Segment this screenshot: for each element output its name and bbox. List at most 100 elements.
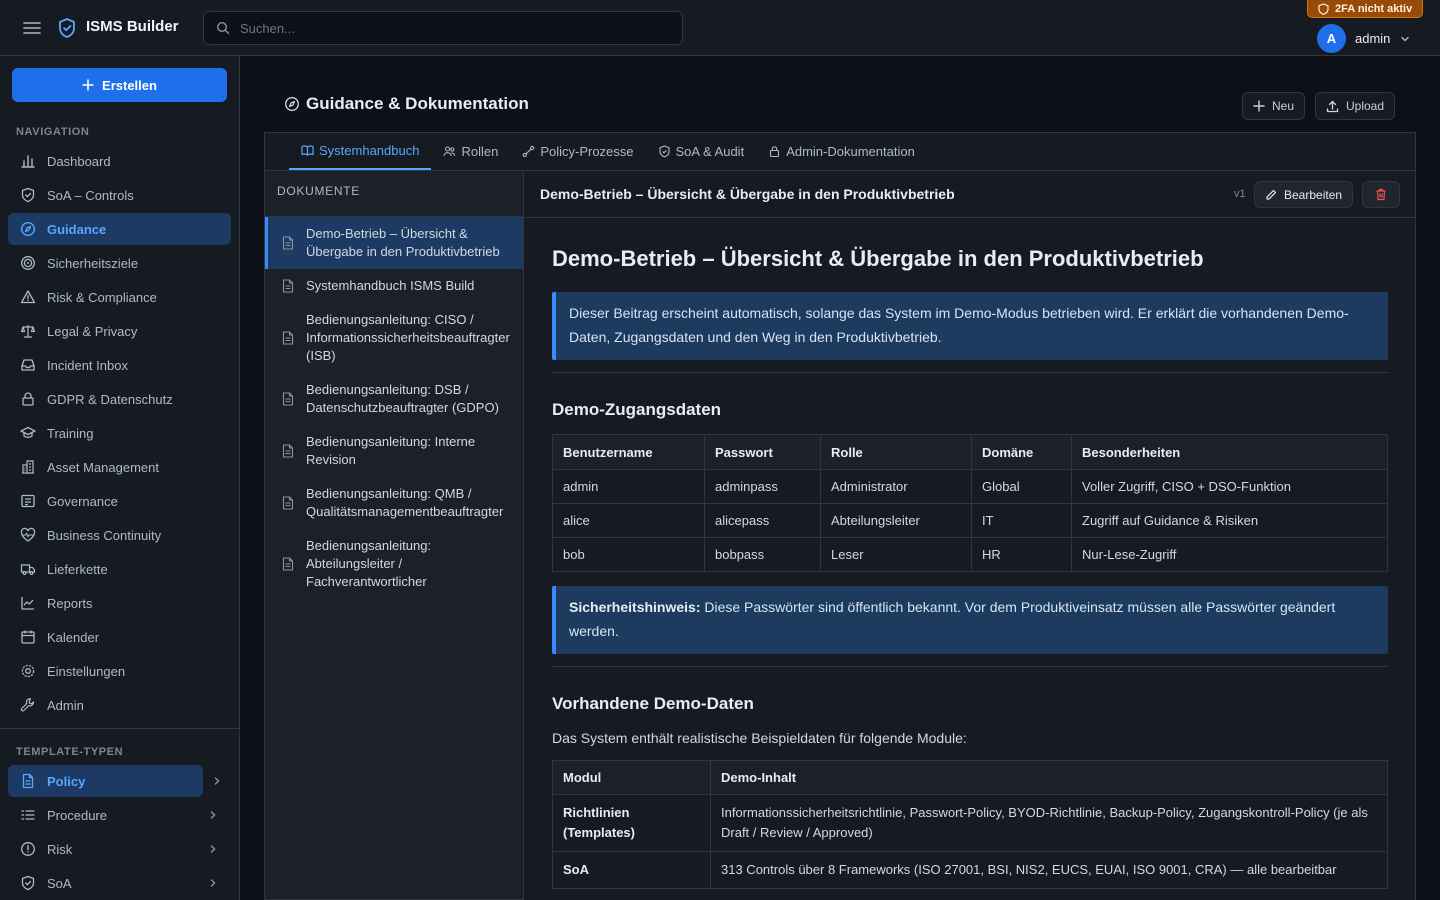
shield-logo-icon: [57, 17, 77, 39]
chevron-right-icon: [207, 843, 219, 855]
document-item-label: Bedienungsanleitung: DSB / Datenschutzbe…: [306, 382, 499, 415]
sidebar-item-business-continuity[interactable]: Business Continuity: [8, 519, 231, 551]
section-heading: Vorhandene Demo-Daten: [552, 694, 754, 713]
section-intro: Das System enthält realistische Beispiel…: [552, 730, 967, 746]
table-cell: Richtlinien (Templates): [552, 794, 711, 852]
graduation-cap-icon: [20, 425, 36, 441]
search-input[interactable]: [240, 12, 670, 44]
document-item[interactable]: Bedienungsanleitung: DSB / Datenschutzbe…: [265, 373, 523, 425]
sidebar-item-sicherheitsziele[interactable]: Sicherheitsziele: [8, 247, 231, 279]
scale-icon: [20, 323, 36, 339]
compass-icon: [284, 96, 300, 112]
credentials-table: Benutzername Passwort Rolle Domäne Beson…: [552, 434, 1388, 572]
version-badge: v1: [1234, 188, 1246, 200]
shield-check-icon: [658, 145, 671, 158]
sidebar-item-lieferkette[interactable]: Lieferkette: [8, 553, 231, 585]
new-button[interactable]: Neu: [1242, 92, 1306, 120]
sidebar-item-incident-inbox[interactable]: Incident Inbox: [8, 349, 231, 381]
wrench-icon: [20, 697, 36, 713]
document-list: DOKUMENTE Demo-Betrieb – Übersicht & Übe…: [264, 170, 524, 900]
table-cell: alice: [552, 503, 705, 538]
divider: [552, 666, 1388, 667]
demo-data-table: Modul Demo-Inhalt Richtlinien (Templates…: [552, 760, 1388, 889]
document-icon: [282, 557, 294, 571]
sidebar-item-admin[interactable]: Admin: [8, 689, 231, 721]
sidebar-item-label: Kalender: [47, 629, 100, 645]
search-icon: [216, 21, 230, 35]
table-cell: SoA: [552, 851, 711, 889]
sidebar-item-asset-management[interactable]: Asset Management: [8, 451, 231, 483]
shield-warning-icon: [1318, 2, 1329, 15]
sidebar-item-risk-compliance[interactable]: Risk & Compliance: [8, 281, 231, 313]
document-item[interactable]: Bedienungsanleitung: Interne Revision: [265, 425, 523, 477]
document-body: Demo-Betrieb – Übersicht & Übergabe in d…: [552, 218, 1388, 889]
create-button[interactable]: Erstellen: [12, 68, 227, 102]
sidebar-item-governance[interactable]: Governance: [8, 485, 231, 517]
document-item[interactable]: Systemhandbuch ISMS Build: [265, 269, 523, 303]
search-box: [203, 11, 683, 45]
sidebar-item-reports[interactable]: Reports: [8, 587, 231, 619]
page-title: Guidance & Dokumentation: [306, 94, 529, 113]
sidebar-item-soa-controls[interactable]: SoA – Controls: [8, 179, 231, 211]
tab-label: Policy-Prozesse: [540, 144, 634, 159]
sidebar-item-guidance[interactable]: Guidance: [8, 213, 231, 245]
sidebar-item-dashboard[interactable]: Dashboard: [8, 145, 231, 177]
sidebar-item-soa[interactable]: SoA: [8, 867, 231, 899]
tab-systemhandbuch[interactable]: Systemhandbuch: [289, 133, 432, 170]
sidebar: Erstellen NAVIGATION Dashboard SoA – Con…: [0, 56, 240, 900]
chevron-right-icon[interactable]: [211, 775, 223, 787]
tab-label: Systemhandbuch: [319, 143, 420, 158]
table-cell: Nur-Lese-Zugriff: [1071, 537, 1388, 572]
menu-icon[interactable]: [22, 19, 42, 37]
heart-pulse-icon: [20, 527, 36, 543]
sidebar-item-label: Procedure: [47, 807, 107, 823]
document-item[interactable]: Demo-Betrieb – Übersicht & Übergabe in d…: [265, 217, 523, 269]
document-item[interactable]: Bedienungsanleitung: QMB / Qualitätsmana…: [265, 477, 523, 529]
chevron-right-icon: [207, 877, 219, 889]
document-item[interactable]: Bedienungsanleitung: CISO / Informations…: [265, 303, 523, 373]
trash-icon: [1375, 188, 1387, 201]
table-row: alice alicepass Abteilungsleiter IT Zugr…: [552, 503, 1388, 538]
sidebar-item-kalender[interactable]: Kalender: [8, 621, 231, 653]
document-item[interactable]: Bedienungsanleitung: Abteilungsleiter / …: [265, 529, 523, 599]
sidebar-item-label: Reports: [47, 595, 93, 611]
two-factor-warning-badge[interactable]: 2FA nicht aktiv: [1307, 0, 1424, 18]
warning-triangle-icon: [20, 289, 36, 305]
lock-icon: [20, 391, 36, 407]
sidebar-item-einstellungen[interactable]: Einstellungen: [8, 655, 231, 687]
sidebar-item-legal-privacy[interactable]: Legal & Privacy: [8, 315, 231, 347]
upload-icon: [1326, 100, 1339, 113]
tab-rollen[interactable]: Rollen: [431, 133, 510, 170]
tab-soa-audit[interactable]: SoA & Audit: [646, 133, 757, 170]
chevron-down-icon: [1399, 33, 1411, 45]
sidebar-item-risk[interactable]: Risk: [8, 833, 231, 865]
line-chart-icon: [20, 595, 36, 611]
table-cell: Informationssicherheitsrichtlinie, Passw…: [710, 794, 1388, 852]
document-item-label: Systemhandbuch ISMS Build: [306, 278, 475, 293]
sidebar-item-policy[interactable]: Policy: [8, 765, 203, 797]
bar-chart-icon: [20, 153, 36, 169]
document-icon: [282, 496, 294, 510]
chevron-right-icon: [207, 809, 219, 821]
upload-button[interactable]: Upload: [1315, 92, 1396, 120]
sidebar-item-procedure[interactable]: Procedure: [8, 799, 231, 831]
document-icon: [282, 279, 294, 293]
upload-button-label: Upload: [1346, 99, 1385, 113]
sidebar-item-training[interactable]: Training: [8, 417, 231, 449]
table-header-row: Benutzername Passwort Rolle Domäne Beson…: [552, 434, 1388, 470]
document-heading: Demo-Betrieb – Übersicht & Übergabe in d…: [552, 246, 1204, 271]
user-menu[interactable]: A admin: [1317, 24, 1411, 53]
sidebar-item-gdpr[interactable]: GDPR & Datenschutz: [8, 383, 231, 415]
two-factor-warning-text: 2FA nicht aktiv: [1335, 2, 1413, 15]
template-types-section-label: TEMPLATE-TYPEN: [16, 746, 124, 758]
document-icon: [282, 331, 294, 345]
navigation-section-label: NAVIGATION: [16, 126, 90, 138]
document-item-label: Demo-Betrieb – Übersicht & Übergabe in d…: [306, 226, 500, 259]
delete-button[interactable]: [1362, 181, 1400, 208]
tab-admin-dokumentation[interactable]: Admin-Dokumentation: [756, 133, 927, 170]
target-icon: [20, 255, 36, 271]
table-row: bob bobpass Leser HR Nur-Lese-Zugriff: [552, 537, 1388, 572]
edit-button[interactable]: Bearbeiten: [1254, 181, 1354, 208]
table-header-row: Modul Demo-Inhalt: [552, 760, 1388, 795]
tab-policy-prozesse[interactable]: Policy-Prozesse: [510, 133, 645, 170]
